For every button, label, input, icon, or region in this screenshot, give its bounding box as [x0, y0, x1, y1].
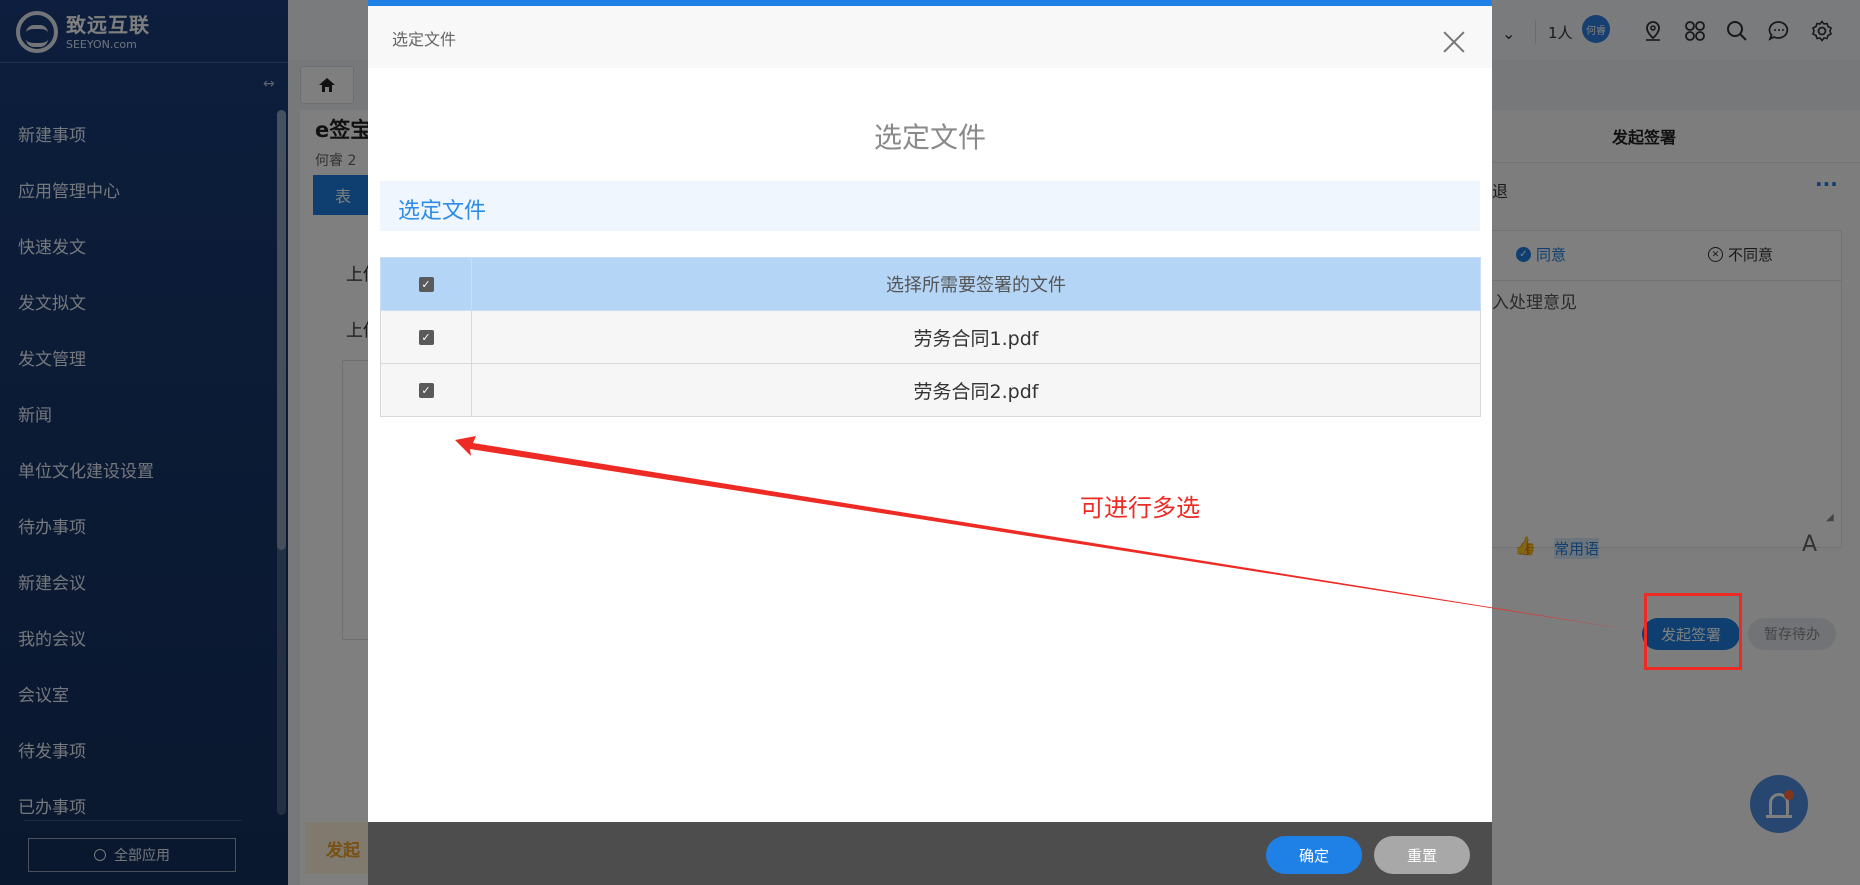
row-checkbox-cell: ✓ — [380, 310, 472, 364]
file-checkbox[interactable]: ✓ — [418, 383, 434, 398]
dialog-title: 选定文件 — [873, 121, 986, 154]
select-file-dialog: 选定文件 选定文件 选定文件 ✓ 选择所需要签署的文件 ✓ 劳务合同1.pdf … — [368, 0, 1492, 885]
table-header-row: ✓ 选择所需要签署的文件 — [380, 257, 1481, 311]
file-name: 劳务合同1.pdf — [471, 310, 1481, 364]
table-row[interactable]: ✓ 劳务合同1.pdf — [380, 310, 1481, 364]
row-checkbox-cell: ✓ — [380, 363, 472, 417]
close-icon[interactable] — [1440, 28, 1468, 56]
dialog-header: 选定文件 — [368, 6, 1492, 68]
reset-button[interactable]: 重置 — [1374, 836, 1470, 874]
annotation-text: 可进行多选 — [1080, 494, 1200, 522]
confirm-button[interactable]: 确定 — [1266, 836, 1362, 874]
select-all-checkbox[interactable]: ✓ — [418, 277, 434, 292]
dialog-header-title: 选定文件 — [392, 30, 457, 49]
annotation-highlight-box — [1644, 593, 1742, 670]
select-all-cell: ✓ — [380, 257, 472, 311]
table-row[interactable]: ✓ 劳务合同2.pdf — [380, 363, 1481, 417]
file-checkbox[interactable]: ✓ — [418, 330, 434, 345]
section-title: 选定文件 — [398, 199, 487, 224]
file-table: ✓ 选择所需要签署的文件 ✓ 劳务合同1.pdf ✓ 劳务合同2.pdf — [380, 257, 1481, 417]
section-header: 选定文件 — [380, 181, 1480, 231]
table-header: 选择所需要签署的文件 — [471, 257, 1481, 311]
file-name: 劳务合同2.pdf — [471, 363, 1481, 417]
